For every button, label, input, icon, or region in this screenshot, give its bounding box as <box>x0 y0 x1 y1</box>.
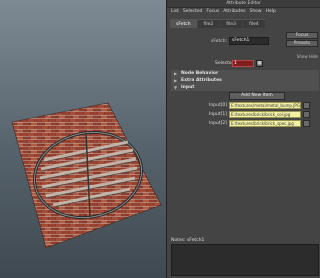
input-row: Input[0] E:/textures/metal/metal_bump.JP… <box>167 102 320 110</box>
section-node-behavior[interactable]: ▶ Node Behavior <box>171 70 319 77</box>
input-label: Input[0] <box>209 103 228 108</box>
folder-icon[interactable] <box>303 111 310 118</box>
input-path-field[interactable]: E:/textures/metal/metal_bump.JPG <box>229 102 301 109</box>
menu-bar: List Selected Focus Attributes Show Help <box>167 8 320 16</box>
presets-button[interactable]: Presets <box>286 40 318 47</box>
menu-attributes[interactable]: Attributes <box>223 8 245 16</box>
menu-selected[interactable]: Selected <box>183 8 203 16</box>
section-input-label: Input <box>181 85 195 90</box>
notes-label: Notes: sFetch1 <box>171 238 205 243</box>
textured-plane-render <box>11 102 162 249</box>
selector-button[interactable]: ▦ <box>256 60 263 67</box>
selector-field[interactable]: 1 <box>232 60 254 67</box>
tab-sfetch[interactable]: sFetch <box>170 19 197 28</box>
input-label: Input[1] <box>209 112 228 117</box>
input-row: Input[2] E:/textures/brick/brick_spec.jp… <box>167 120 320 128</box>
section-node-behavior-label: Node Behavior <box>181 71 219 76</box>
tab-file3[interactable]: file3 <box>220 19 242 28</box>
section-input[interactable]: ▼ Input <box>171 84 319 91</box>
expand-triangle-icon: ▶ <box>174 78 178 83</box>
hide-button[interactable]: Hide <box>309 54 318 59</box>
section-extra-attributes[interactable]: ▶ Extra Attributes <box>171 77 319 84</box>
section-extra-attributes-label: Extra Attributes <box>181 78 222 83</box>
show-hide-buttons: Show Hide <box>297 54 318 59</box>
tab-file2[interactable]: file2 <box>197 19 220 28</box>
grid-icon: ▦ <box>257 61 262 66</box>
node-type-label: sFetch: <box>211 39 228 44</box>
input-path-field[interactable]: E:/textures/brick/brick_spec.jpg <box>229 120 301 127</box>
node-name-field[interactable]: sFetch1 <box>229 37 269 45</box>
menu-list[interactable]: List <box>171 8 179 16</box>
menu-show[interactable]: Show <box>249 8 261 16</box>
attribute-editor-panel: Attribute Editor List Selected Focus Att… <box>166 0 320 278</box>
selector-label: Selector <box>215 61 234 66</box>
window-title: Attribute Editor <box>167 0 320 8</box>
folder-icon[interactable] <box>303 120 310 127</box>
input-row: Input[1] E:/textures/brick/brick_col.jpg <box>167 111 320 119</box>
menu-focus[interactable]: Focus <box>206 8 219 16</box>
notes-textarea[interactable] <box>171 244 319 276</box>
selector-row: Selector 1 ▦ <box>167 60 320 68</box>
input-path-field[interactable]: E:/textures/brick/brick_col.jpg <box>229 111 301 118</box>
focus-button[interactable]: Focus <box>286 32 318 39</box>
folder-icon[interactable] <box>303 102 310 109</box>
menu-help[interactable]: Help <box>266 8 276 16</box>
viewport[interactable] <box>0 0 166 278</box>
tab-file4[interactable]: file4 <box>242 19 265 28</box>
show-button[interactable]: Show <box>297 54 308 59</box>
node-name-row: sFetch: sFetch1 Focus Presets Show Hide <box>167 32 320 60</box>
input-label: Input[2] <box>209 121 228 126</box>
expand-triangle-icon: ▶ <box>174 71 178 76</box>
collapse-triangle-icon: ▼ <box>174 85 178 90</box>
add-new-item-button[interactable]: Add New Item <box>229 92 285 100</box>
node-tabs: sFetch file2 file3 file4 <box>167 19 320 28</box>
